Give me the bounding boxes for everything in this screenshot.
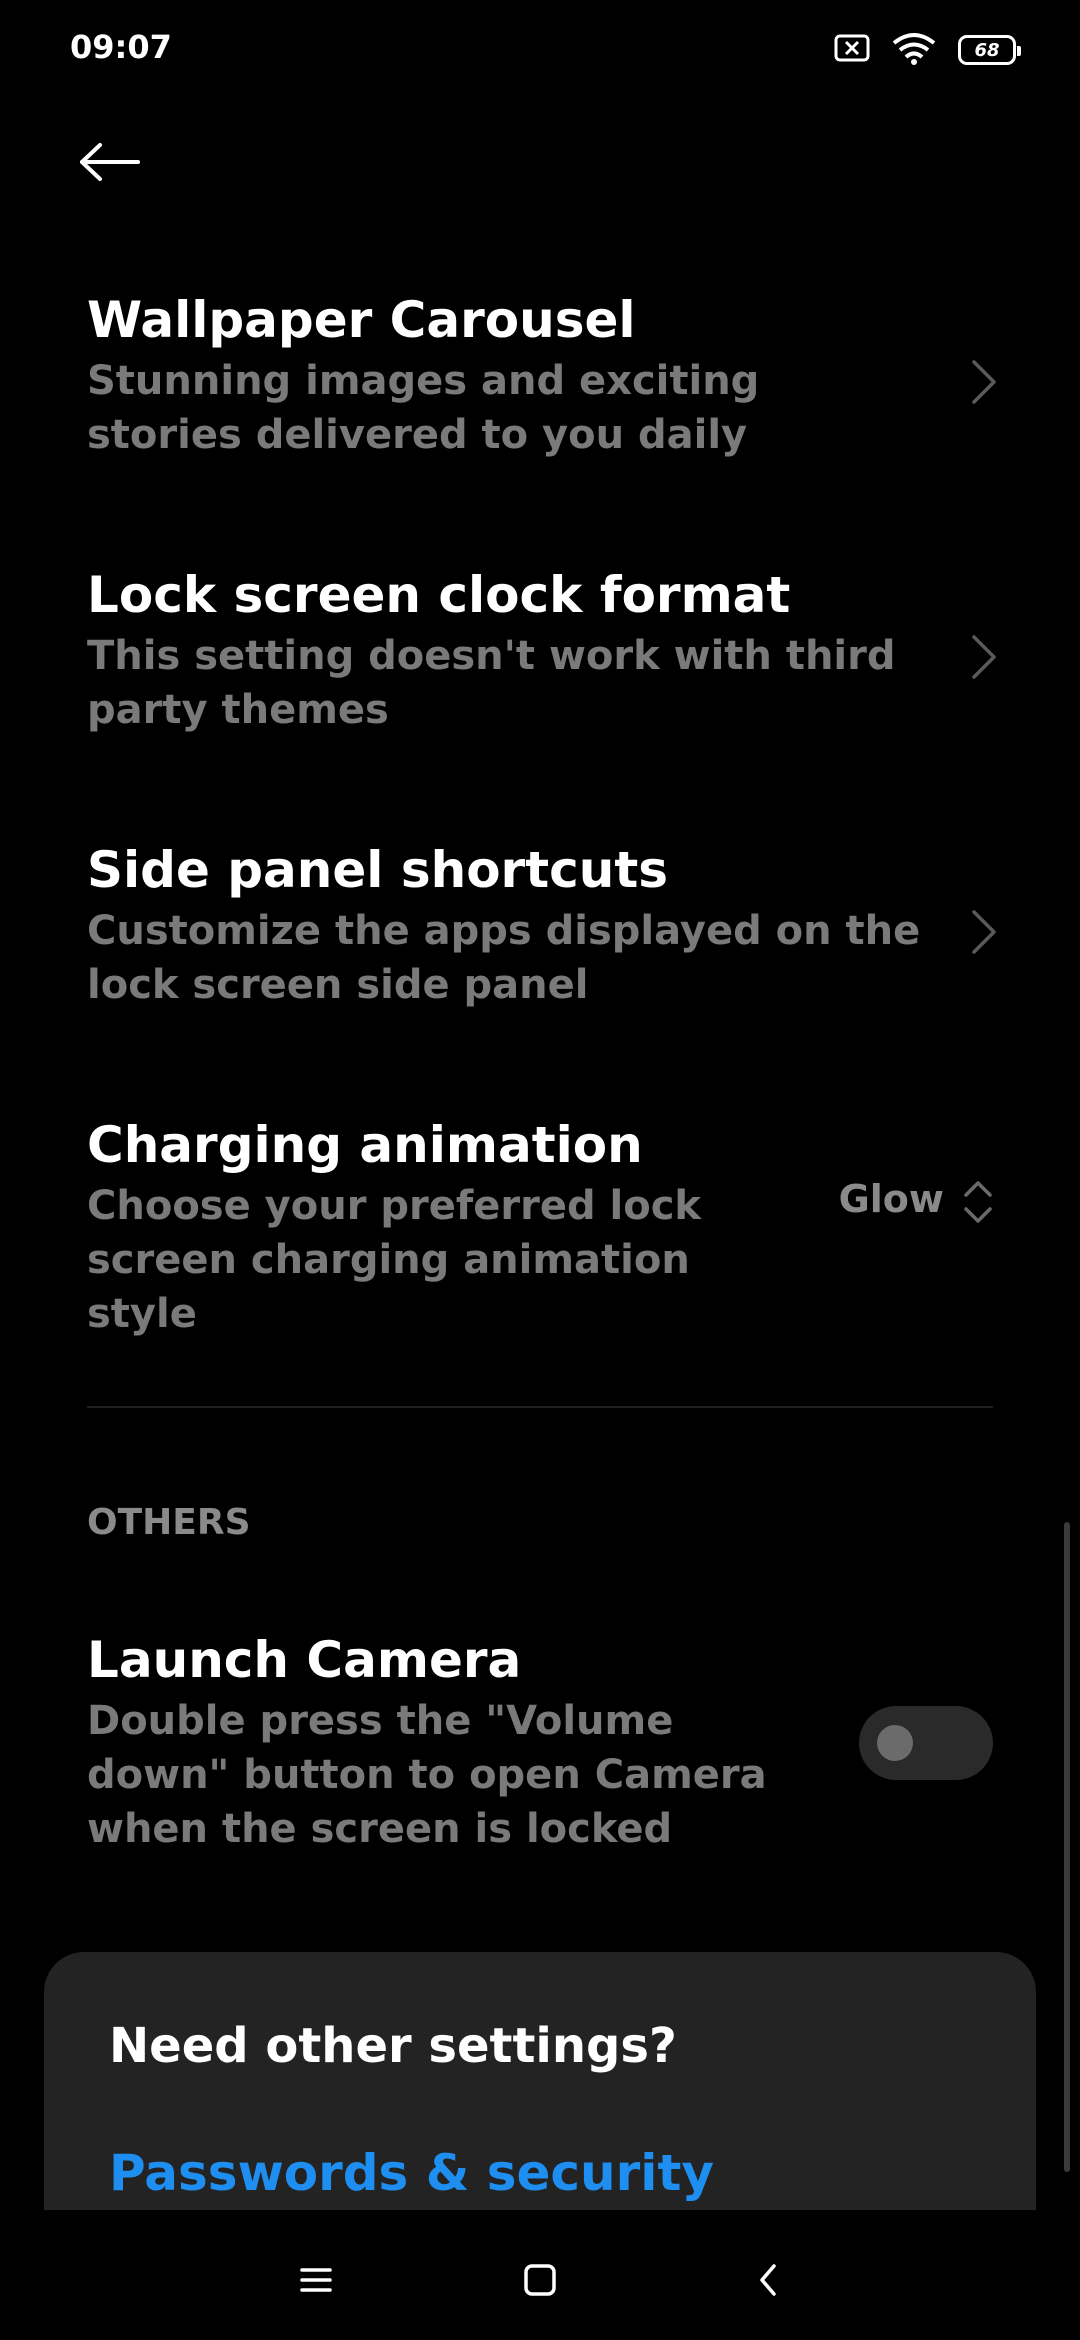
charging-animation-item[interactable]: Charging animation Choose your preferred… <box>0 1115 1080 1337</box>
item-title: Launch Camera <box>87 1631 522 1689</box>
card-title: Need other settings? <box>109 2018 677 2074</box>
toggle-knob <box>877 1725 913 1761</box>
status-time: 09:07 <box>70 28 172 66</box>
section-header-others: OTHERS <box>87 1502 251 1543</box>
passwords-security-link[interactable]: Passwords & security <box>109 2144 714 2202</box>
launch-camera-item[interactable]: Launch Camera Double press the "Volume d… <box>0 1630 1080 1860</box>
back-chevron-icon <box>760 2264 776 2296</box>
side-panel-shortcuts-item[interactable]: Side panel shortcuts Customize the apps … <box>0 840 1080 1030</box>
item-subtitle: Double press the "Volume down" button to… <box>87 1698 767 1852</box>
item-title: Wallpaper Carousel <box>87 291 636 349</box>
chevron-right-icon <box>972 910 996 954</box>
menu-icon <box>300 2268 332 2292</box>
charging-animation-value[interactable]: Glow <box>839 1177 944 1221</box>
chevron-right-icon <box>972 635 996 679</box>
other-settings-card: Need other settings? Passwords & securit… <box>44 1952 1036 2212</box>
home-button[interactable] <box>510 2250 570 2310</box>
item-title: Lock screen clock format <box>87 566 791 624</box>
section-divider <box>87 1406 993 1408</box>
wifi-icon <box>892 31 936 69</box>
status-bar: 09:07 68 <box>0 0 1080 100</box>
item-subtitle: Stunning images and exciting stories del… <box>87 358 760 458</box>
item-subtitle: This setting doesn't work with third par… <box>87 633 896 733</box>
home-square-icon <box>524 2264 556 2296</box>
battery-icon: 68 <box>958 35 1021 65</box>
recent-apps-button[interactable] <box>286 2250 346 2310</box>
back-arrow-icon <box>80 143 140 181</box>
battery-level: 68 <box>974 39 1000 61</box>
status-icons: 68 <box>812 30 1021 70</box>
item-subtitle: Customize the apps displayed on the lock… <box>87 908 921 1008</box>
chevron-right-icon <box>972 360 996 404</box>
notification-blocked-icon <box>834 34 870 66</box>
lock-screen-clock-format-item[interactable]: Lock screen clock format This setting do… <box>0 565 1080 755</box>
back-button[interactable] <box>78 130 154 194</box>
chevron-up-down-icon <box>964 1181 992 1223</box>
item-title: Charging animation <box>87 1116 643 1174</box>
item-title: Side panel shortcuts <box>87 841 669 899</box>
item-subtitle: Choose your preferred lock screen chargi… <box>87 1183 702 1337</box>
launch-camera-toggle[interactable] <box>859 1706 993 1780</box>
back-nav-button[interactable] <box>738 2250 798 2310</box>
wallpaper-carousel-item[interactable]: Wallpaper Carousel Stunning images and e… <box>0 290 1080 480</box>
navigation-bar <box>0 2210 1080 2340</box>
scrollbar[interactable] <box>1064 1522 1070 2172</box>
